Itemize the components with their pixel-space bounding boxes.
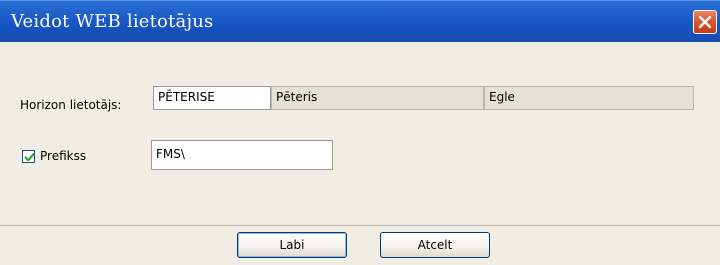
button-bar bbox=[0, 226, 720, 265]
first-name-field: Pēteris bbox=[271, 86, 484, 110]
window-title: Veidot WEB lietotājus bbox=[11, 11, 214, 32]
title-bar[interactable]: Veidot WEB lietotājus bbox=[0, 0, 720, 42]
ok-button[interactable]: Labi bbox=[237, 232, 347, 258]
cancel-button[interactable]: Atcelt bbox=[380, 232, 490, 258]
prefix-label: Prefikss bbox=[40, 149, 87, 163]
dialog-body bbox=[0, 42, 720, 225]
prefix-checkbox[interactable] bbox=[22, 150, 35, 163]
horizon-user-label: Horizon lietotājs: bbox=[20, 98, 122, 112]
close-button[interactable] bbox=[693, 10, 717, 34]
prefix-input[interactable]: FMS\ bbox=[151, 140, 333, 170]
last-name-field: Egle bbox=[484, 86, 694, 110]
horizon-user-id-field[interactable]: PĒTERISE bbox=[153, 86, 271, 110]
